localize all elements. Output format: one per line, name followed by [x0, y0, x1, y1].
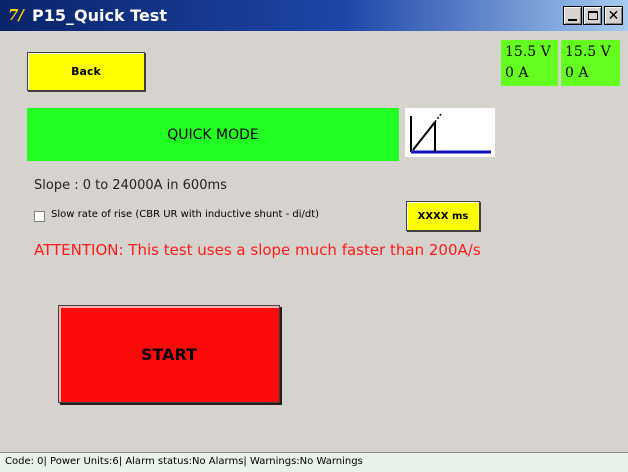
slow-rate-checkbox[interactable]	[34, 211, 45, 222]
meter-voltage: 15.5 V	[505, 44, 551, 60]
window-title: P15_Quick Test	[32, 6, 167, 25]
minimize-button[interactable]	[563, 6, 582, 25]
minimize-icon	[568, 18, 577, 21]
meter-current: 0 A	[505, 65, 529, 81]
maximize-icon	[587, 11, 598, 20]
start-button[interactable]: START	[58, 305, 280, 403]
app-icon: 7/	[8, 6, 24, 24]
attention-warning: ATTENTION: This test uses a slope much f…	[34, 241, 481, 259]
power-meter-2: 15.5 V 0 A	[561, 40, 620, 86]
back-button[interactable]: Back	[27, 52, 145, 91]
power-meter-1: 15.5 V 0 A	[501, 40, 558, 86]
duration-button[interactable]: XXXX ms	[406, 201, 480, 231]
meter-voltage: 15.5 V	[565, 44, 611, 60]
mode-banner: QUICK MODE	[27, 108, 399, 161]
slow-rate-label: Slow rate of rise (CBR UR with inductive…	[51, 209, 320, 220]
slope-text: Slope : 0 to 24000A in 600ms	[34, 178, 227, 193]
ramp-slope-icon	[405, 108, 495, 157]
meter-current: 0 A	[565, 65, 589, 81]
close-icon: ✕	[607, 7, 620, 24]
maximize-button[interactable]	[583, 6, 602, 25]
status-bar: Code: 0| Power Units:6| Alarm status:No …	[0, 452, 628, 472]
close-button[interactable]: ✕	[604, 6, 623, 25]
title-bar: 7/ P15_Quick Test ✕	[0, 0, 628, 31]
